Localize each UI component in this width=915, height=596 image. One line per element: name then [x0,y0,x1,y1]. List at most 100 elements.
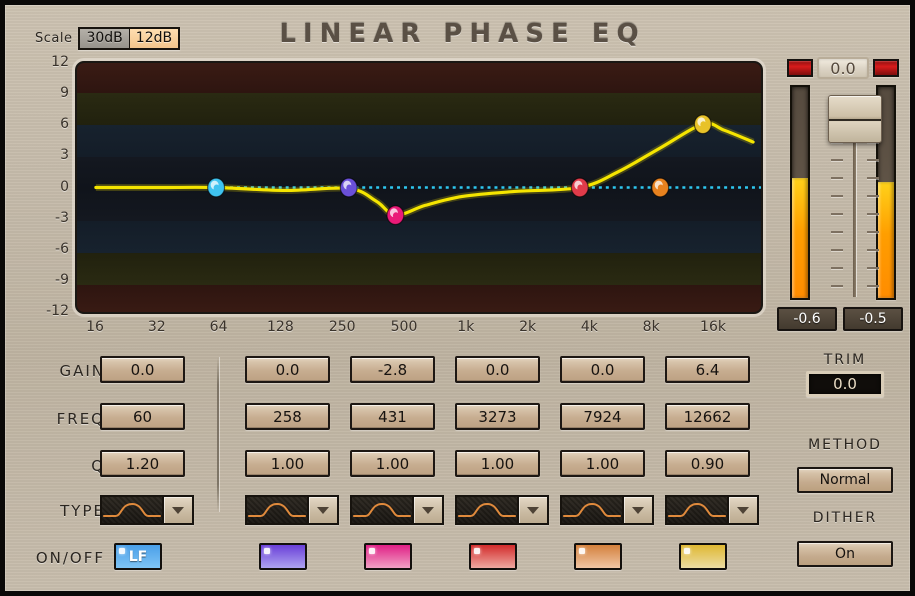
band-3-q-field[interactable]: 1.00 [350,450,435,477]
eq-band-handle[interactable] [693,114,712,135]
band-5-type-selector[interactable] [560,495,654,525]
band-3-onoff-button[interactable] [364,543,412,570]
band-5-onoff-button[interactable] [574,543,622,570]
fader-tick [867,195,879,197]
trim-display[interactable]: 0.0 [806,371,884,397]
bell-curve-icon [667,497,729,523]
chevron-down-icon[interactable] [729,497,757,523]
trim-label: Trim [823,352,867,368]
dither-button[interactable]: On [797,541,893,567]
band-4-q-field[interactable]: 1.00 [455,450,540,477]
band-6-freq-field[interactable]: 12662 [665,403,750,430]
row-label-q: Q [91,457,105,475]
y-axis-tick: -3 [55,209,69,226]
band-6-onoff-button[interactable] [679,543,727,570]
row-label-freq: Freq [56,410,105,428]
row-label-type: Type [60,502,105,520]
chevron-down-icon[interactable] [414,497,442,523]
graph-x-axis: 16 32 64 128 250 500 1k 2k 4k 8k 16k [75,319,763,343]
band-6-q-field[interactable]: 0.90 [665,450,750,477]
band-1-type-selector[interactable] [100,495,194,525]
fader-tick [831,267,843,269]
band-2-type-selector[interactable] [245,495,339,525]
method-button[interactable]: Normal [797,467,893,493]
row-label-onoff: On/Off [35,549,105,567]
band-3-freq-field[interactable]: 431 [350,403,435,430]
band-5-freq-field[interactable]: 7924 [560,403,645,430]
bell-curve-icon [562,497,624,523]
fader-tick [867,267,879,269]
band-2-gain-field[interactable]: 0.0 [245,356,330,383]
output-gain-display[interactable]: 0.0 [817,57,869,79]
band-2-onoff-button[interactable] [259,543,307,570]
fader-tick [867,249,879,251]
y-axis-tick: 0 [60,178,69,195]
eq-band-handle[interactable] [651,177,670,198]
meter-left-readout: -0.6 [777,307,837,331]
y-axis-tick: -9 [55,271,69,288]
y-axis-tick: 9 [60,85,69,102]
band-4-onoff-button[interactable] [469,543,517,570]
band-2-freq-field[interactable]: 258 [245,403,330,430]
chevron-down-icon[interactable] [164,497,192,523]
led-indicator-icon [119,548,125,554]
clip-led-right[interactable] [873,59,899,77]
x-axis-tick: 250 [328,319,356,335]
chevron-down-icon[interactable] [519,497,547,523]
eq-band-handle[interactable] [386,205,405,226]
y-axis-tick: 6 [60,116,69,133]
band-1-freq-field[interactable]: 60 [100,403,185,430]
eq-graph[interactable] [75,61,763,314]
band-1-onoff-label: LF [128,548,148,565]
band-1-gain-field[interactable]: 0.0 [100,356,185,383]
eq-response-curve [94,121,755,217]
band-5-q-field[interactable]: 1.00 [560,450,645,477]
bell-curve-icon [352,497,414,523]
bell-curve-icon [457,497,519,523]
eq-curve-glow [95,120,755,219]
band-1-onoff-button[interactable]: LF [114,543,162,570]
fader-tick [831,249,843,251]
x-axis-tick: 64 [209,319,228,335]
chevron-down-icon[interactable] [624,497,652,523]
band-3-gain-field[interactable]: -2.8 [350,356,435,383]
dither-label: Dither [812,510,878,526]
led-indicator-icon [579,548,585,554]
fader-tick [867,231,879,233]
band-5-gain-field[interactable]: 0.0 [560,356,645,383]
fader-tick [867,213,879,215]
x-axis-tick: 32 [147,319,166,335]
fader-tick [831,285,843,287]
y-axis-tick: -12 [46,303,69,319]
x-axis-tick: 16k [700,319,726,335]
fader-tick [831,213,843,215]
chevron-down-icon[interactable] [309,497,337,523]
eq-band-handle[interactable] [570,177,589,198]
x-axis-tick: 8k [642,319,660,335]
meter-right-readout: -0.5 [843,307,903,331]
clip-led-left[interactable] [787,59,813,77]
method-label: Method [808,437,882,453]
band-3-type-selector[interactable] [350,495,444,525]
band-4-freq-field[interactable]: 3273 [455,403,540,430]
band-2-q-field[interactable]: 1.00 [245,450,330,477]
band-4-type-selector[interactable] [455,495,549,525]
eq-band-handle[interactable] [207,177,226,198]
led-indicator-icon [369,548,375,554]
band-6-type-selector[interactable] [665,495,759,525]
fader-tick [831,231,843,233]
x-axis-tick: 500 [390,319,418,335]
y-axis-tick: 12 [51,54,69,70]
x-axis-tick: 2k [519,319,537,335]
fader-tick [831,195,843,197]
led-indicator-icon [474,548,480,554]
fader-handle[interactable] [828,95,882,143]
eq-band-handle[interactable] [339,177,358,198]
bell-curve-icon [247,497,309,523]
fader-tick [867,159,879,161]
x-axis-tick: 1k [457,319,475,335]
band-6-gain-field[interactable]: 6.4 [665,356,750,383]
band-1-q-field[interactable]: 1.20 [100,450,185,477]
band-4-gain-field[interactable]: 0.0 [455,356,540,383]
x-axis-tick: 4k [580,319,598,335]
